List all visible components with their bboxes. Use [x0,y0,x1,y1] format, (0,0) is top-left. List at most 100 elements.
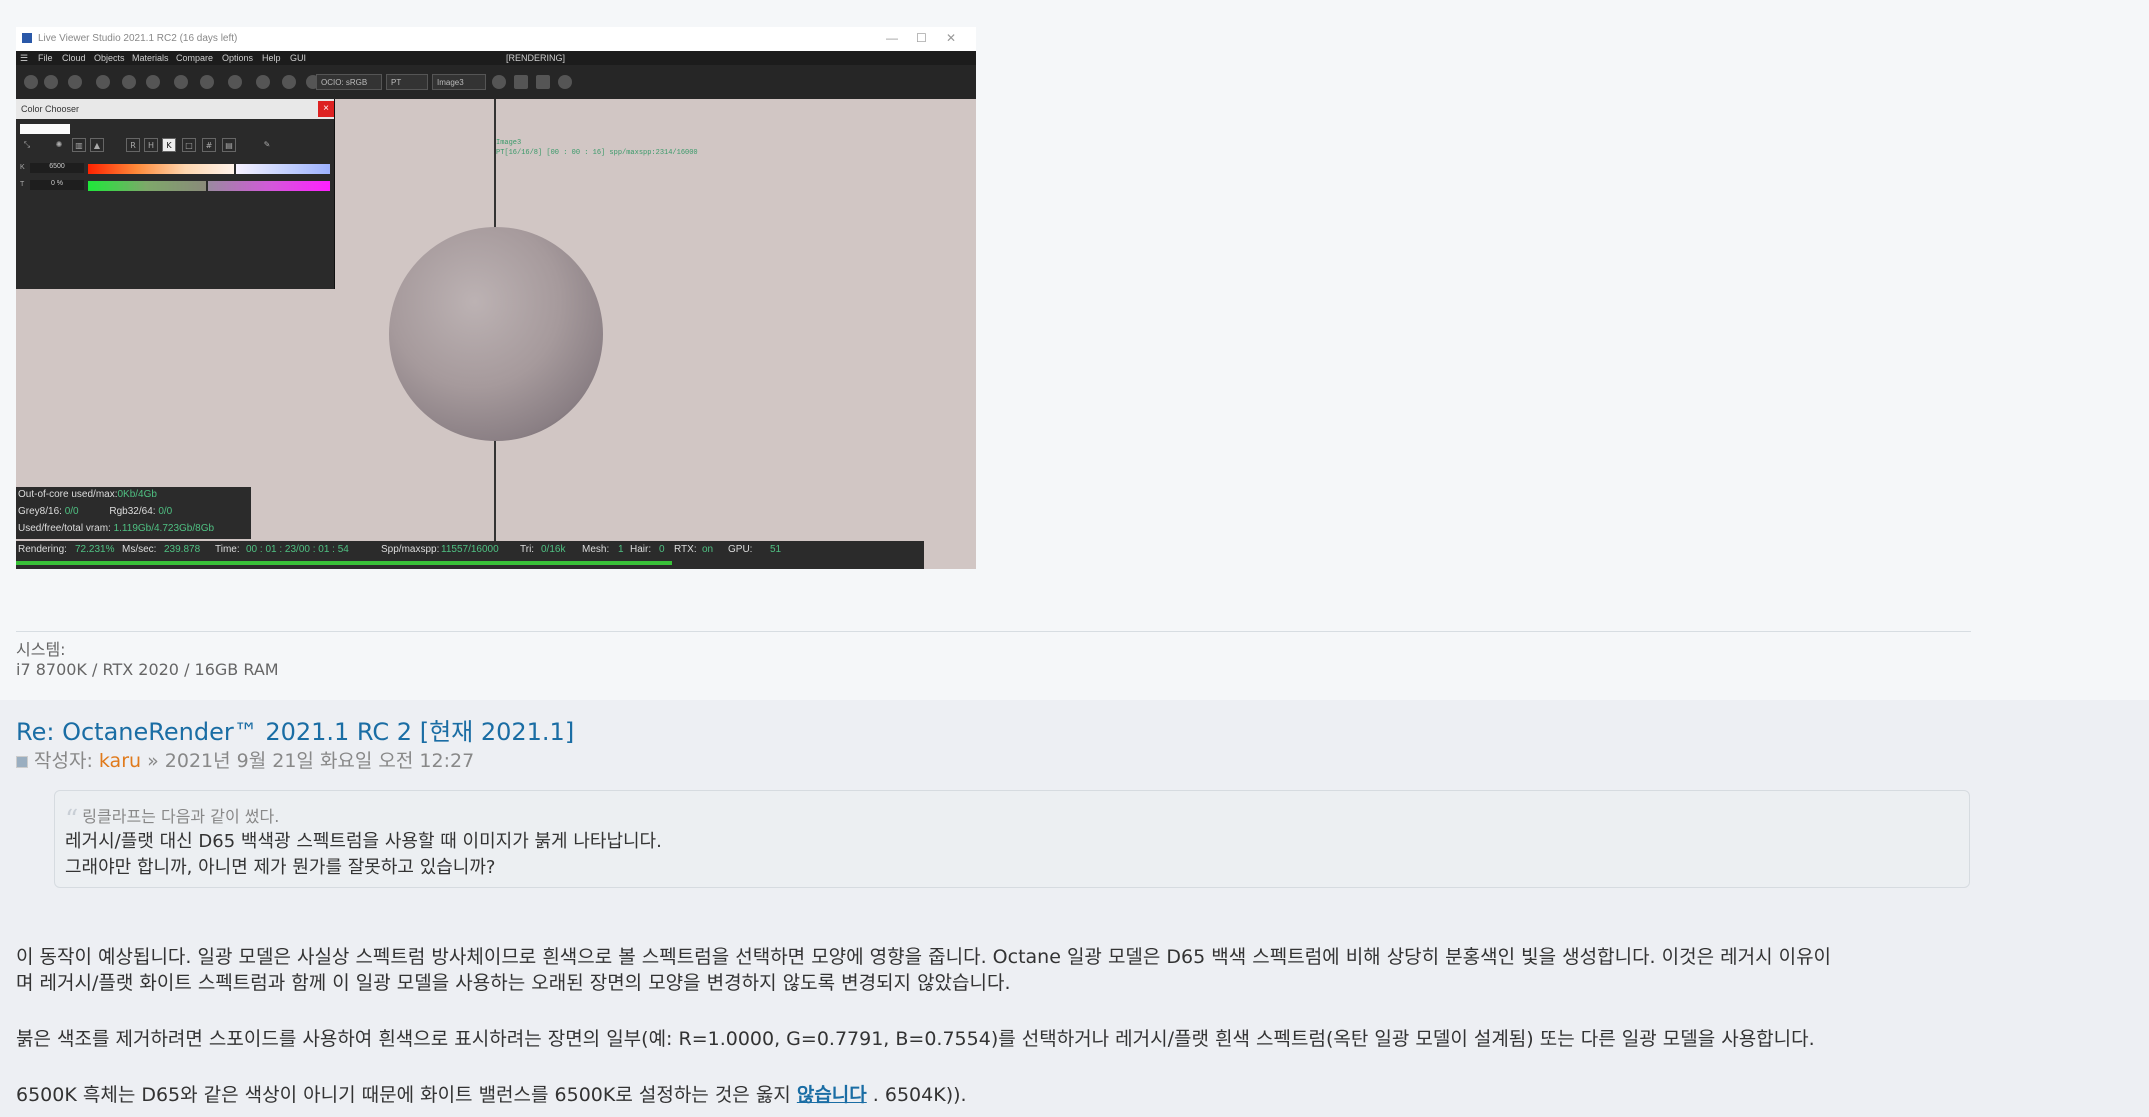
overlay-image-name: Image3 [496,139,522,147]
mesh-label: Mesh: [582,544,610,555]
author-link[interactable]: karu [99,750,141,772]
vram-label: Used/free/total vram: [18,523,111,534]
paragraph-3: 6500K 흑체는 D65와 같은 색상이 아니기 때문에 화이트 밸런스를 6… [16,1080,967,1107]
tint-gradient-magenta [208,181,330,191]
mode-list-button: ▤ [222,138,236,152]
spectrum-icon: ▥ [72,138,86,152]
menu-materials: Materials [132,53,169,63]
window-titlebar: Live Viewer Studio 2021.1 RC2 (16 days l… [16,27,976,51]
ooc-value: 0Kb/4Gb [117,489,157,500]
quote-line-2: 그래야만 합니까, 아니면 제가 뭔가를 잘못하고 있습니까? [65,857,496,878]
ooc-label: Out-of-core used/max: [18,489,118,500]
menu-bar: ☰ File Cloud Objects Materials Compare O… [16,51,976,65]
render-screenshot: Live Viewer Studio 2021.1 RC2 (16 days l… [16,27,976,569]
render-toolbar: OCIO: sRGB PT Image3 [16,65,976,99]
render-sphere [389,227,603,441]
menu-objects: Objects [94,53,125,63]
toolbar-tool-icon [96,75,110,89]
system-value: i7 8700K / RTX 2020 / 16GB RAM [16,660,279,679]
author-prefix: 작성자: [34,750,93,772]
quote-line-1: 레거시/플랫 대신 D65 백색광 스펙트럼을 사용할 때 이미지가 붉게 나타… [65,831,662,852]
close-icon: × [318,101,334,117]
vram-value: 1.119Gb/4.723Gb/8Gb [113,523,215,534]
grey-label: Grey8/16: [18,506,62,517]
time-label: Time: [215,544,240,555]
toolbar-settings-icon [558,75,572,89]
color-chooser-title-text: Color Chooser [21,104,80,114]
image-select: Image3 [432,74,486,90]
quote-block: “링클라프는 다음과 같이 썼다. 레거시/플랫 대신 D65 백색광 스펙트럼… [54,790,1970,888]
k-label: K [20,164,25,171]
rgb-label: Rgb32/64: [109,506,156,517]
overlay-render-info: PT[16/16/8] [00 : 00 : 16] spp/maxspp:23… [496,149,698,157]
hair-value: 0 [659,544,665,555]
post-meta: 작성자: karu » 2021년 9월 21일 화요일 오전 12:27 [16,746,474,773]
time-value: 00 : 01 : 23/00 : 01 : 54 [246,544,349,555]
signature-divider [16,631,1971,632]
mode-box-button: □ [182,138,196,152]
tri-value: 0/16k [541,544,566,555]
toolbar-tool-icon [122,75,136,89]
mode-hex-button: # [202,138,216,152]
reply-post: Re: OctaneRender™ 2021.1 RC 2 [현재 2021.1… [0,700,2149,1117]
resize-icon: ⤡ [23,140,31,149]
color-wheel-icon: ✺ [55,140,63,149]
mode-h-button: H [144,138,158,152]
rtx-label: RTX: [674,544,697,555]
render-status-bar: Rendering: 72.231% Ms/sec: 239.878 Time:… [16,541,924,569]
paragraph-3-text: 6500K 흑체는 D65와 같은 색상이 아니기 때문에 화이트 밸런스를 6… [16,1084,797,1106]
menu-file: File [38,53,53,63]
toolbar-tool-icon [24,75,38,89]
menu-cloud: Cloud [62,53,86,63]
mode-r-button: R [126,138,140,152]
toolbar-tool-icon [200,75,214,89]
inline-link[interactable]: 않습니다 [797,1084,867,1106]
vram-row: Used/free/total vram: 1.119Gb/4.723Gb/8G… [18,523,214,534]
toolbar-save-icon [514,75,528,89]
rendering-value: 72.231% [75,544,115,555]
color-swatch [20,124,70,134]
hamburger-icon: ☰ [20,53,29,63]
minimize-icon: — [886,31,898,45]
render-state: [RENDERING] [506,53,566,63]
grey-value: 0/0 [64,506,79,517]
rendering-label: Rendering: [18,544,67,555]
app-logo-icon [22,33,32,43]
t-value: 0 % [30,180,84,190]
tri-label: Tri: [520,544,535,555]
system-label: 시스템: [16,640,66,659]
mesh-value: 1 [618,544,624,555]
paragraph-3-tail: . 6504K)). [866,1084,967,1106]
maximize-icon: ☐ [916,31,927,45]
previous-post: Live Viewer Studio 2021.1 RC2 (16 days l… [0,0,2149,688]
kelvin-gradient-cool [236,164,330,174]
toolbar-tool-icon [228,75,242,89]
camera-icon [536,75,550,89]
ms-value: 239.878 [164,544,201,555]
menu-gui: GUI [290,53,307,63]
kernel-select: PT [386,74,428,90]
image-icon: ▲ [90,138,104,152]
toolbar-tool-icon [256,75,270,89]
memory-stats: Out-of-core used/max:0Kb/4Gb Grey8/16: 0… [16,487,251,539]
toolbar-tool-icon [174,75,188,89]
paragraph-1-line-2: 며 레거시/플랫 화이트 스펙트럼과 함께 이 일광 모델을 사용하는 오래된 … [16,972,1011,994]
tint-gradient [88,181,206,191]
toolbar-tool-icon [68,75,82,89]
post-date: » 2021년 9월 21일 화요일 오전 12:27 [147,750,475,772]
gpu-value: 51 [770,544,782,555]
menu-help: Help [262,53,281,63]
spp-label: Spp/maxspp: [381,544,440,555]
toolbar-tool-icon [282,75,296,89]
mode-k-button: K [162,138,176,152]
toolbar-tool-icon [44,75,58,89]
t-label: T [20,181,25,188]
post-icon[interactable] [16,755,28,768]
post-title[interactable]: Re: OctaneRender™ 2021.1 RC 2 [현재 2021.1… [16,712,574,747]
render-progress-bar [16,561,672,565]
paragraph-1-line-1: 이 동작이 예상됩니다. 일광 모델은 사실상 스펙트럼 방사체이므로 흰색으로… [16,946,1832,968]
close-icon: ✕ [946,31,957,45]
paragraph-2: 붉은 색조를 제거하려면 스포이드를 사용하여 흰색으로 표시하려는 장면의 일… [16,1028,1815,1050]
texture-row: Grey8/16: 0/0 Rgb32/64: 0/0 [18,506,172,517]
rgb-value: 0/0 [158,506,173,517]
